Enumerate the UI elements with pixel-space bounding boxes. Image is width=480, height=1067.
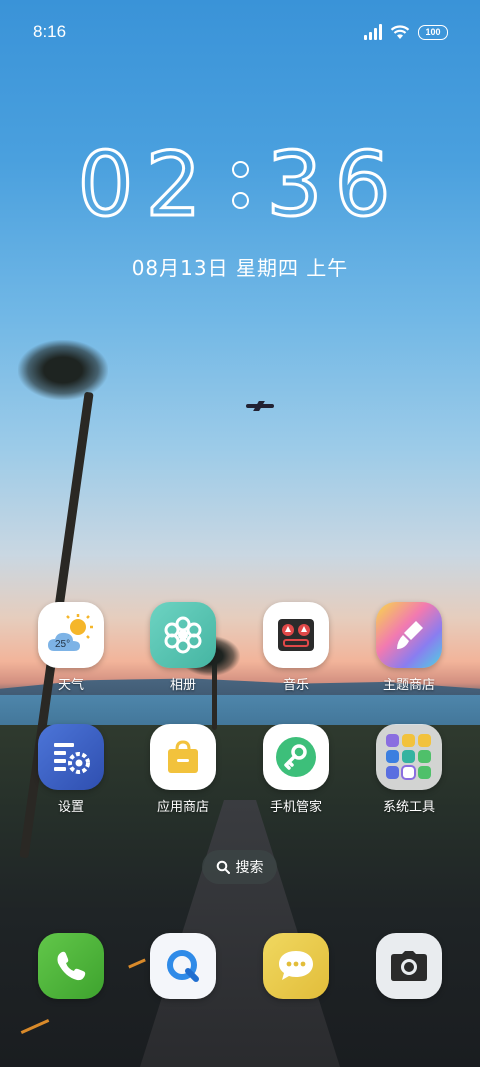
dock-browser[interactable] (127, 933, 239, 999)
music-icon[interactable] (263, 602, 329, 668)
battery-icon: 100 (418, 24, 448, 40)
app-gallery[interactable]: 相册 (127, 602, 239, 693)
folder-icon[interactable] (376, 724, 442, 790)
app-label: 音乐 (282, 678, 309, 693)
signal-icon (364, 24, 382, 40)
clock-colon (231, 161, 249, 209)
app-folder-system-tools[interactable]: 系统工具 (353, 724, 465, 815)
status-icons: 100 (364, 24, 448, 40)
lockscreen-clock: 02 36 (0, 133, 480, 236)
dock-phone[interactable] (15, 933, 127, 999)
app-label: 相册 (169, 678, 196, 693)
app-label: 应用商店 (156, 800, 209, 815)
theme-store-icon[interactable] (376, 602, 442, 668)
status-bar: 8:16 100 (0, 0, 480, 66)
status-time: 8:16 (33, 22, 67, 41)
phone-icon[interactable] (38, 933, 104, 999)
app-theme-store[interactable]: 主题商店 (353, 602, 465, 693)
app-label: 手机管家 (269, 800, 322, 815)
search-label: 搜索 (235, 860, 264, 876)
app-music[interactable]: 音乐 (240, 602, 352, 693)
dock-messages[interactable] (240, 933, 352, 999)
app-phone-manager[interactable]: 手机管家 (240, 724, 352, 815)
app-store-icon[interactable] (150, 724, 216, 790)
dock-camera[interactable] (353, 933, 465, 999)
clock-minutes: 36 (265, 133, 403, 236)
app-label: 主题商店 (382, 678, 435, 693)
date-text: 08月13日 星期四 上午 (131, 256, 349, 280)
search-button[interactable]: 搜索 (202, 850, 277, 884)
weather-icon[interactable]: 25° (38, 602, 104, 668)
settings-icon[interactable] (38, 724, 104, 790)
browser-icon[interactable] (150, 933, 216, 999)
app-label: 天气 (57, 678, 84, 693)
app-settings[interactable]: 设置 (15, 724, 127, 815)
phone-manager-icon[interactable] (263, 724, 329, 790)
camera-icon[interactable] (376, 933, 442, 999)
gallery-icon[interactable] (150, 602, 216, 668)
app-label: 设置 (57, 800, 84, 815)
search-icon (216, 860, 230, 874)
wifi-icon (390, 25, 410, 39)
messages-icon[interactable] (263, 933, 329, 999)
app-app-store[interactable]: 应用商店 (127, 724, 239, 815)
app-weather[interactable]: 25° 天气 (15, 602, 127, 693)
app-label: 系统工具 (382, 800, 435, 815)
weather-temp: 25° (55, 639, 70, 650)
airplane (246, 404, 274, 408)
palm-tree-crown (18, 340, 108, 400)
clock-hours: 02 (76, 133, 214, 236)
